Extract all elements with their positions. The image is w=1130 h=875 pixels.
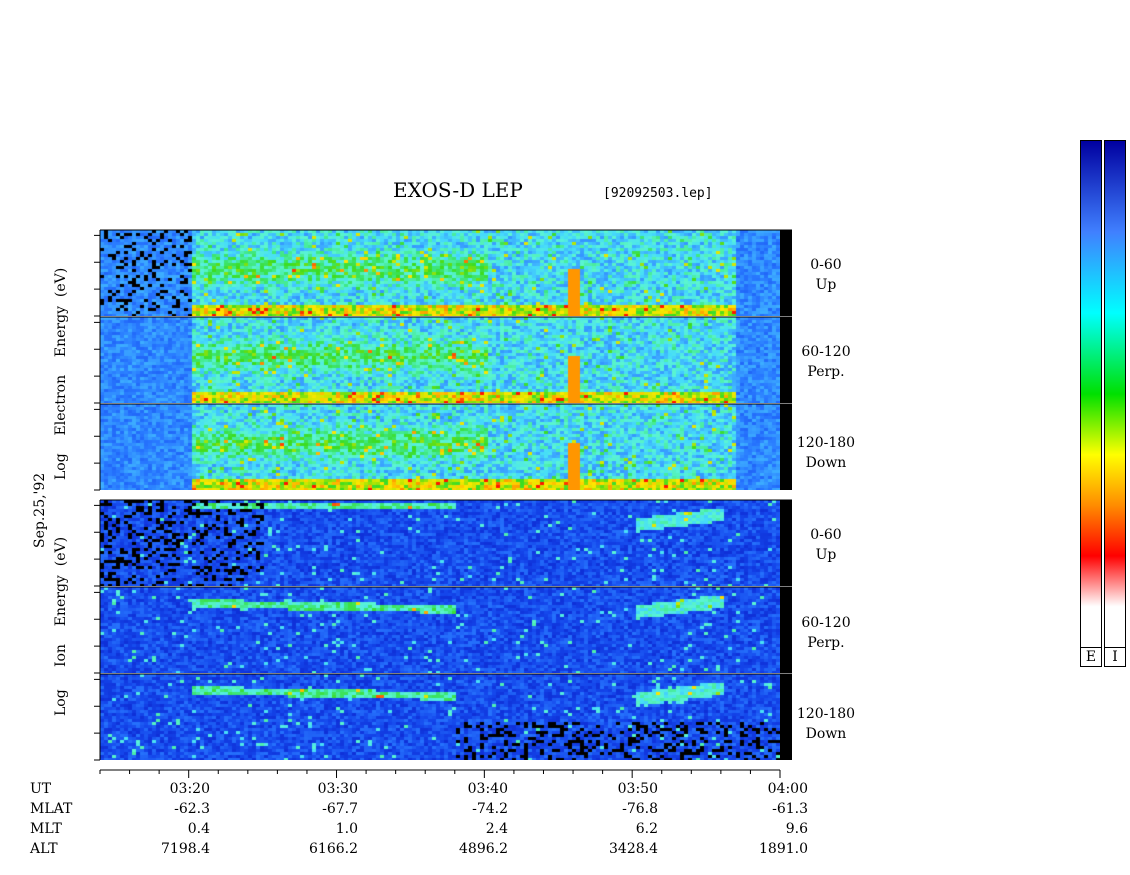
spectrogram-panel-3 [100, 404, 780, 490]
spectrogram-panel-2 [100, 317, 780, 403]
colorbar-gradient [1104, 140, 1126, 648]
ephemeris-value: 6166.2 [309, 841, 358, 857]
axis-word: Energy [53, 575, 69, 627]
ephemeris-value: 03:20 [169, 781, 210, 797]
ephemeris-value: 0.4 [187, 821, 210, 837]
axis-word: Ion [53, 644, 69, 668]
pitch-angle-direction: Up [815, 277, 837, 293]
spectrogram-panel-5 [100, 587, 780, 673]
ephemeris-value: 9.6 [785, 821, 808, 837]
pitch-angle-direction: Down [805, 726, 847, 742]
ephemeris-value: 04:00 [767, 781, 808, 797]
pitch-angle-direction: Perp. [807, 364, 845, 380]
colorbar-electron: E [1080, 140, 1102, 667]
pitch-angle-range: 0-60 [810, 527, 842, 543]
angle-label: 0-60 Up [791, 525, 861, 565]
pitch-angle-direction: Perp. [807, 635, 845, 651]
colorbar-label: E [1080, 648, 1102, 667]
spectrogram-panel-1 [100, 230, 780, 316]
angle-label: 120-180 Down [791, 704, 861, 744]
colorbar-gradient [1080, 140, 1102, 648]
ephemeris-value: 03:30 [317, 781, 358, 797]
date-label: Sep.25,'92 [32, 472, 48, 548]
angle-label: 60-120 Perp. [791, 342, 861, 382]
ephemeris-value: -62.3 [174, 801, 210, 817]
angle-label: 0-60 Up [791, 255, 861, 295]
ephemeris-value: -76.8 [622, 801, 658, 817]
chart-title: EXOS-D LEP [393, 178, 523, 202]
pitch-angle-direction: Up [815, 547, 837, 563]
spectrogram-panel-6 [100, 674, 780, 760]
angle-label: 120-180 Down [791, 433, 861, 473]
angle-label: 60-120 Perp. [791, 613, 861, 653]
pitch-angle-direction: Down [805, 455, 847, 471]
ephemeris-row-name: MLT [30, 821, 62, 837]
axis-word: (eV) [53, 267, 69, 298]
ephemeris-value: 6.2 [635, 821, 658, 837]
pitch-angle-range: 0-60 [810, 257, 842, 273]
ephemeris-row-name: ALT [30, 841, 58, 857]
colorbar-ion: I [1104, 140, 1126, 667]
pitch-angle-range: 120-180 [796, 435, 856, 451]
axis-word: Energy [53, 306, 69, 358]
ephemeris-value: -67.7 [322, 801, 358, 817]
spectrogram-panel-4 [100, 500, 780, 586]
ephemeris-value: 7198.4 [161, 841, 210, 857]
electron-axis-label: Log Electron Energy (eV) [53, 268, 69, 480]
ephemeris-row-name: MLAT [30, 801, 73, 817]
pitch-angle-range: 60-120 [801, 615, 851, 631]
ephemeris-row-name: UT [30, 781, 52, 797]
axis-word: Electron [53, 374, 69, 436]
colorbar-label: I [1104, 648, 1126, 667]
pitch-angle-range: 120-180 [796, 706, 856, 722]
ephemeris-value: 1891.0 [759, 841, 808, 857]
ephemeris-value: 3428.4 [609, 841, 658, 857]
ephemeris-value: 1.0 [335, 821, 358, 837]
axis-word: (eV) [53, 536, 69, 567]
ephemeris-value: 4896.2 [459, 841, 508, 857]
ephemeris-value: -74.2 [472, 801, 508, 817]
file-name: [92092503.lep] [603, 186, 713, 201]
axis-word: Log [53, 453, 69, 480]
ephemeris-value: 2.4 [485, 821, 508, 837]
ephemeris-value: 03:50 [617, 781, 658, 797]
spectrogram-plot: 234234234234234234 [94, 229, 792, 778]
ephemeris-value: -61.3 [772, 801, 808, 817]
ephemeris-value: 03:40 [467, 781, 508, 797]
pitch-angle-range: 60-120 [801, 344, 851, 360]
axis-word: Log [53, 689, 69, 716]
ion-axis-label: Log Ion Energy (eV) [53, 537, 69, 716]
